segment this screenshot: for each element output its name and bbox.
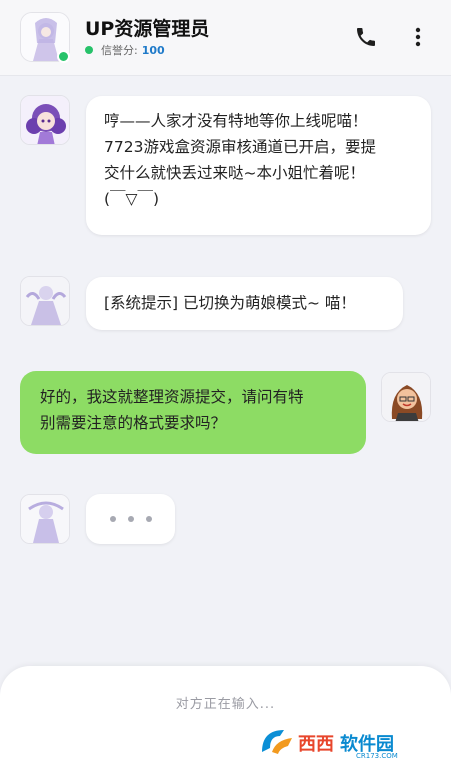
- credit-label: 信誉分:: [101, 44, 138, 57]
- message-bubble-bot: 哼——人家才没有特地等你上线呢喵！ 7723游戏盒资源审核通道已开启，要提 交什…: [86, 96, 431, 235]
- typing-dot: [145, 516, 152, 522]
- chat-header: UP资源管理员 信誉分: 100: [0, 0, 451, 76]
- credit-score: 信誉分: 100: [85, 42, 165, 58]
- system-avatar[interactable]: [20, 276, 70, 326]
- svg-text:CR173.COM: CR173.COM: [356, 752, 398, 760]
- credit-status-dot: [85, 46, 93, 54]
- watermark-logo: 西西 软件园 CR173.COM: [258, 724, 433, 762]
- message-bubble-user: 好的，我这就整理资源提交，请问有特 别需要注意的格式要求吗？: [20, 371, 366, 454]
- more-vertical-icon[interactable]: [410, 25, 426, 49]
- contact-name: UP资源管理员: [85, 18, 210, 40]
- bot-avatar[interactable]: [20, 95, 70, 145]
- typing-status-text: 对方正在输入...: [175, 697, 276, 712]
- typing-indicator-bubble: [86, 494, 175, 544]
- user-avatar[interactable]: [381, 372, 431, 422]
- svg-text:西西: 西西: [298, 734, 334, 755]
- typing-dot: [127, 516, 134, 522]
- credit-value: 100: [141, 43, 165, 57]
- message-bubble-system: [系统提示] 已切换为萌娘模式~ 喵！: [86, 277, 403, 330]
- online-status-dot: [57, 50, 70, 63]
- typing-dot: [109, 516, 116, 522]
- phone-icon[interactable]: [354, 25, 378, 49]
- contact-avatar-typing[interactable]: [20, 494, 70, 544]
